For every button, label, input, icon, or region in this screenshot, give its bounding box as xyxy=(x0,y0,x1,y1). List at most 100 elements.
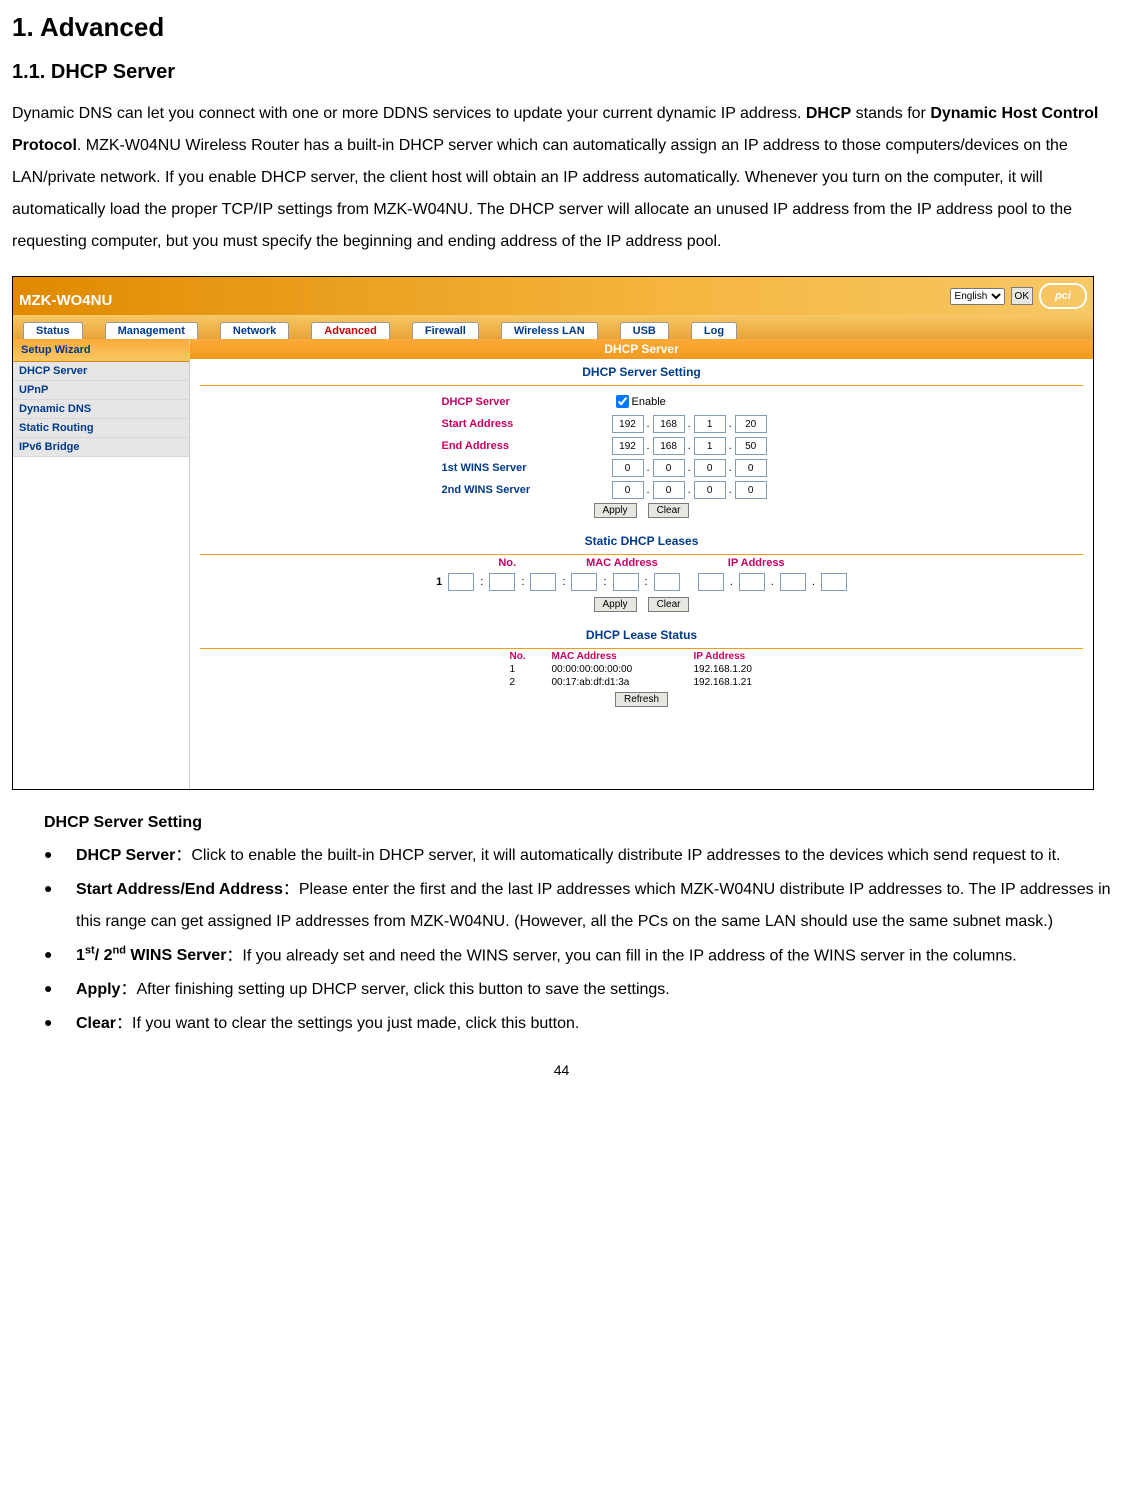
status-row-no: 2 xyxy=(510,677,530,688)
model-label: MZK-WO4NU xyxy=(19,292,112,315)
page-number: 44 xyxy=(12,1062,1111,1078)
section-lease-status: DHCP Lease Status xyxy=(190,622,1093,646)
mac-5[interactable] xyxy=(613,573,639,591)
tab-network[interactable]: Network xyxy=(220,322,289,339)
mac-2[interactable] xyxy=(489,573,515,591)
list-item: DHCP Server：Click to enable the built-in… xyxy=(44,840,1111,872)
sidebar-item-upnp[interactable]: UPnP xyxy=(13,381,189,400)
text-bold: DHCP xyxy=(806,105,851,122)
divider xyxy=(200,648,1083,649)
list-item: Start Address/End Address：Please enter t… xyxy=(44,874,1111,938)
tab-status[interactable]: Status xyxy=(23,322,83,339)
start-ip-2[interactable] xyxy=(653,415,685,433)
wins2-ip-1[interactable] xyxy=(612,481,644,499)
label-wins1: 1st WINS Server xyxy=(382,462,612,474)
ok-button[interactable]: OK xyxy=(1011,287,1033,305)
section-dhcp-setting: DHCP Server Setting xyxy=(190,359,1093,383)
divider xyxy=(200,385,1083,386)
label-wins2: 2nd WINS Server xyxy=(382,484,612,496)
item-label: 1st/ 2nd WINS Server xyxy=(76,947,226,964)
start-ip-4[interactable] xyxy=(735,415,767,433)
status-col-mac: MAC Address xyxy=(552,651,672,662)
language-select[interactable]: English xyxy=(950,288,1005,305)
lease-ip-2[interactable] xyxy=(739,573,765,591)
item-label: Clear xyxy=(76,1015,116,1032)
intro-paragraph: Dynamic DNS can let you connect with one… xyxy=(12,98,1111,258)
wins1-ip-2[interactable] xyxy=(653,459,685,477)
status-row-mac: 00:17:ab:df:d1:3a xyxy=(552,677,672,688)
content-pane: DHCP Server DHCP Server Setting DHCP Ser… xyxy=(190,339,1093,789)
col-mac: MAC Address xyxy=(586,557,658,569)
clear-button-2[interactable]: Clear xyxy=(648,597,690,612)
item-text: ：If you want to clear the settings you j… xyxy=(116,1015,579,1032)
mac-3[interactable] xyxy=(530,573,556,591)
end-ip-1[interactable] xyxy=(612,437,644,455)
pci-logo: pci xyxy=(1039,283,1087,309)
heading-1: 1. Advanced xyxy=(12,12,1111,43)
refresh-button[interactable]: Refresh xyxy=(615,692,668,707)
tab-usb[interactable]: USB xyxy=(620,322,669,339)
wins2-ip-4[interactable] xyxy=(735,481,767,499)
item-text: ：If you already set and need the WINS se… xyxy=(226,947,1016,964)
page-title: DHCP Server xyxy=(190,339,1093,359)
bullet-list: DHCP Server：Click to enable the built-in… xyxy=(44,840,1111,1040)
apply-button-2[interactable]: Apply xyxy=(594,597,637,612)
lease-ip-3[interactable] xyxy=(780,573,806,591)
topbar: MZK-WO4NU English OK pci xyxy=(13,277,1093,315)
tab-management[interactable]: Management xyxy=(105,322,198,339)
sidebar: Setup Wizard DHCP Server UPnP Dynamic DN… xyxy=(13,339,190,789)
end-ip-3[interactable] xyxy=(694,437,726,455)
item-text: ：After finishing setting up DHCP server,… xyxy=(120,981,669,998)
item-label: Apply xyxy=(76,981,120,998)
sidebar-item-dynamic-dns[interactable]: Dynamic DNS xyxy=(13,400,189,419)
sidebar-item-dhcp-server[interactable]: DHCP Server xyxy=(13,362,189,381)
lease-row-no: 1 xyxy=(436,576,442,588)
status-row-mac: 00:00:00:00:00:00 xyxy=(552,664,672,675)
router-screenshot: MZK-WO4NU English OK pci Status Manageme… xyxy=(12,276,1094,790)
wins2-ip-3[interactable] xyxy=(694,481,726,499)
clear-button[interactable]: Clear xyxy=(648,503,690,518)
label-dhcp-server: DHCP Server xyxy=(382,396,612,408)
label-end-address: End Address xyxy=(382,440,612,452)
wins2-ip-2[interactable] xyxy=(653,481,685,499)
divider xyxy=(200,554,1083,555)
label-start-address: Start Address xyxy=(382,418,612,430)
apply-button[interactable]: Apply xyxy=(594,503,637,518)
list-item: Apply：After finishing setting up DHCP se… xyxy=(44,974,1111,1006)
lease-ip-1[interactable] xyxy=(698,573,724,591)
dhcp-setting-heading: DHCP Server Setting xyxy=(44,814,1111,832)
mac-4[interactable] xyxy=(571,573,597,591)
text: . MZK-W04NU Wireless Router has a built-… xyxy=(12,137,1072,250)
wins1-ip-4[interactable] xyxy=(735,459,767,477)
tab-wireless-lan[interactable]: Wireless LAN xyxy=(501,322,598,339)
col-ip: IP Address xyxy=(728,557,785,569)
start-ip-1[interactable] xyxy=(612,415,644,433)
list-item: 1st/ 2nd WINS Server：If you already set … xyxy=(44,940,1111,972)
list-item: Clear：If you want to clear the settings … xyxy=(44,1008,1111,1040)
col-no: No. xyxy=(498,557,516,569)
mac-6[interactable] xyxy=(654,573,680,591)
setup-wizard-link[interactable]: Setup Wizard xyxy=(13,339,189,362)
wins1-ip-1[interactable] xyxy=(612,459,644,477)
tab-log[interactable]: Log xyxy=(691,322,737,339)
item-text: ：Click to enable the built-in DHCP serve… xyxy=(175,847,1060,864)
heading-2: 1.1. DHCP Server xyxy=(12,61,1111,84)
end-ip-2[interactable] xyxy=(653,437,685,455)
sidebar-item-static-routing[interactable]: Static Routing xyxy=(13,419,189,438)
label-enable: Enable xyxy=(632,396,666,408)
sidebar-item-ipv6-bridge[interactable]: IPv6 Bridge xyxy=(13,438,189,457)
item-label: Start Address/End Address xyxy=(76,881,283,898)
lease-ip-4[interactable] xyxy=(821,573,847,591)
tab-firewall[interactable]: Firewall xyxy=(412,322,479,339)
status-row-ip: 192.168.1.20 xyxy=(694,664,774,675)
text: Dynamic DNS can let you connect with one… xyxy=(12,105,806,122)
dhcp-enable-checkbox[interactable] xyxy=(616,395,629,408)
tab-advanced[interactable]: Advanced xyxy=(311,322,390,339)
wins1-ip-3[interactable] xyxy=(694,459,726,477)
status-row-no: 1 xyxy=(510,664,530,675)
start-ip-3[interactable] xyxy=(694,415,726,433)
section-static-leases: Static DHCP Leases xyxy=(190,528,1093,552)
mac-1[interactable] xyxy=(448,573,474,591)
end-ip-4[interactable] xyxy=(735,437,767,455)
status-row-ip: 192.168.1.21 xyxy=(694,677,774,688)
